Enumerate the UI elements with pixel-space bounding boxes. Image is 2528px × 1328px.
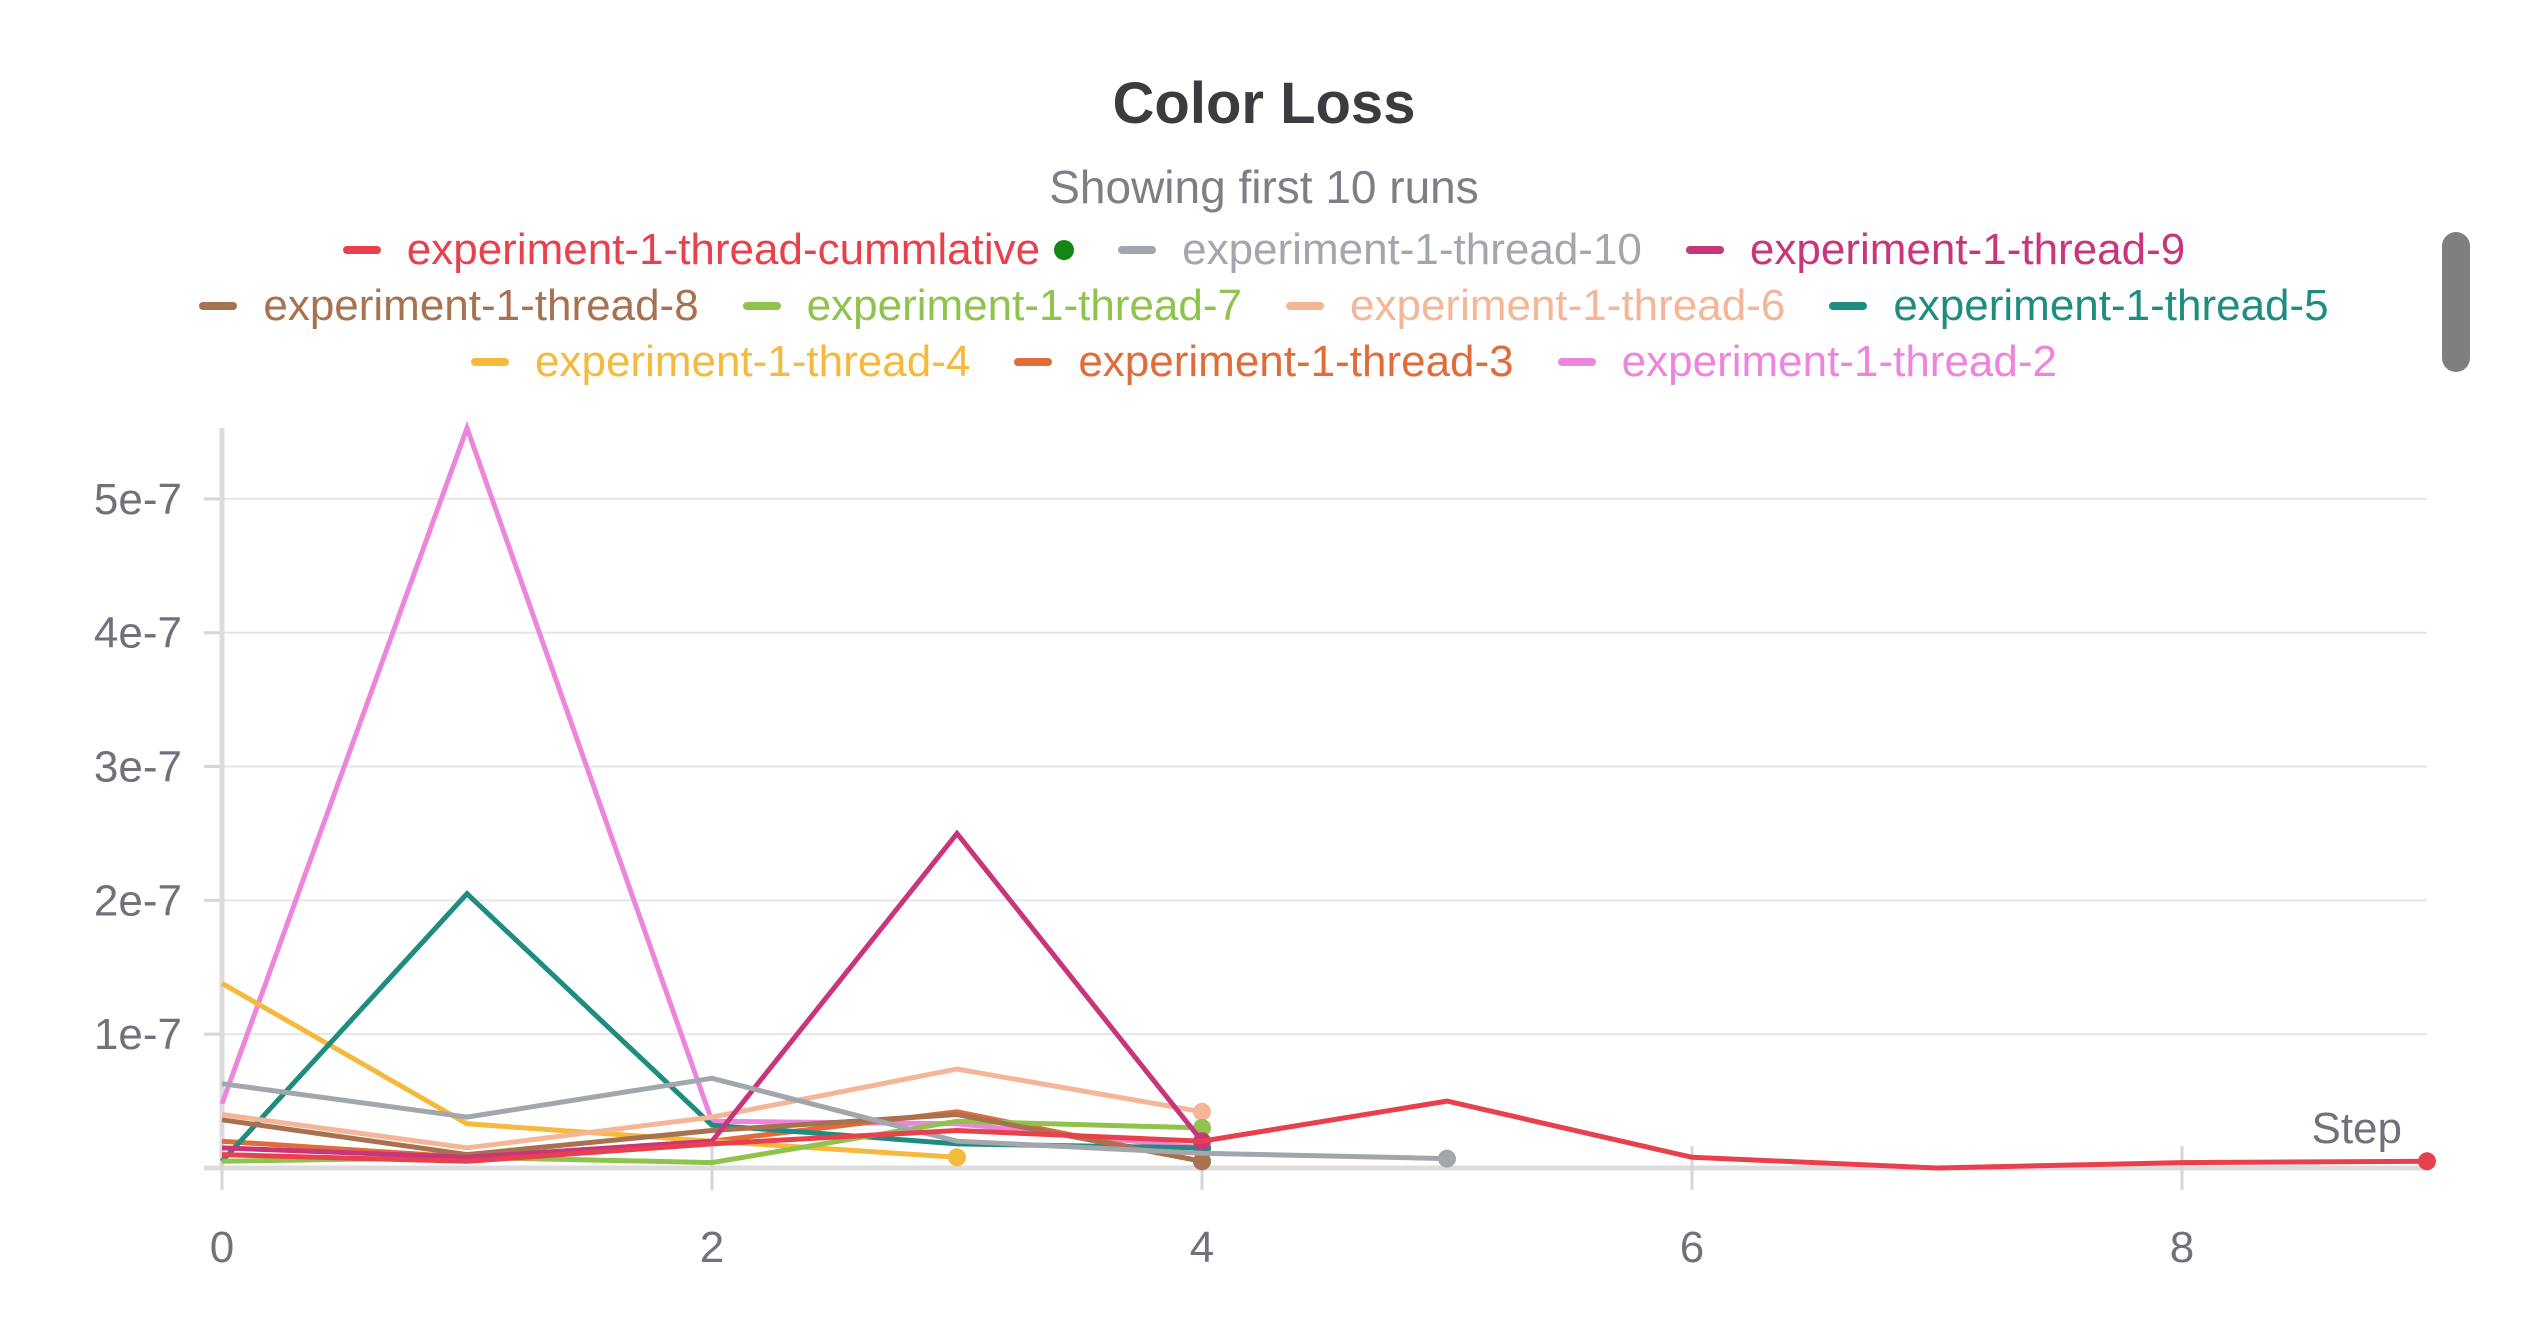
x-axis-label: Step bbox=[2311, 1104, 2402, 1153]
x-tick-label: 0 bbox=[210, 1223, 234, 1272]
y-tick-label: 2e-7 bbox=[94, 876, 182, 925]
y-tick-label: 3e-7 bbox=[94, 743, 182, 792]
y-tick-label: 4e-7 bbox=[94, 609, 182, 658]
series-end-point bbox=[1438, 1149, 1456, 1168]
series-end-point bbox=[948, 1148, 966, 1167]
y-tick-label: 1e-7 bbox=[94, 1010, 182, 1059]
series-path bbox=[219, 420, 1203, 1151]
series-end-point bbox=[1193, 1102, 1211, 1121]
series-line[interactable] bbox=[221, 829, 1211, 1160]
x-tick-label: 6 bbox=[1680, 1223, 1704, 1272]
series-line[interactable] bbox=[219, 420, 1211, 1157]
series-lines bbox=[219, 420, 2436, 1171]
grid-lines bbox=[222, 497, 2427, 1036]
x-tick-label: 8 bbox=[2170, 1223, 2194, 1272]
series-end-point bbox=[2418, 1152, 2436, 1171]
x-tick-label: 4 bbox=[1190, 1223, 1214, 1272]
x-tick-label: 2 bbox=[700, 1223, 724, 1272]
line-chart: 1e-7 2e-7 3e-7 4e-7 5e-7 0 2 4 6 8 Step bbox=[94, 420, 2436, 1272]
series-path bbox=[221, 829, 1204, 1160]
y-tick-label: 5e-7 bbox=[94, 475, 182, 524]
